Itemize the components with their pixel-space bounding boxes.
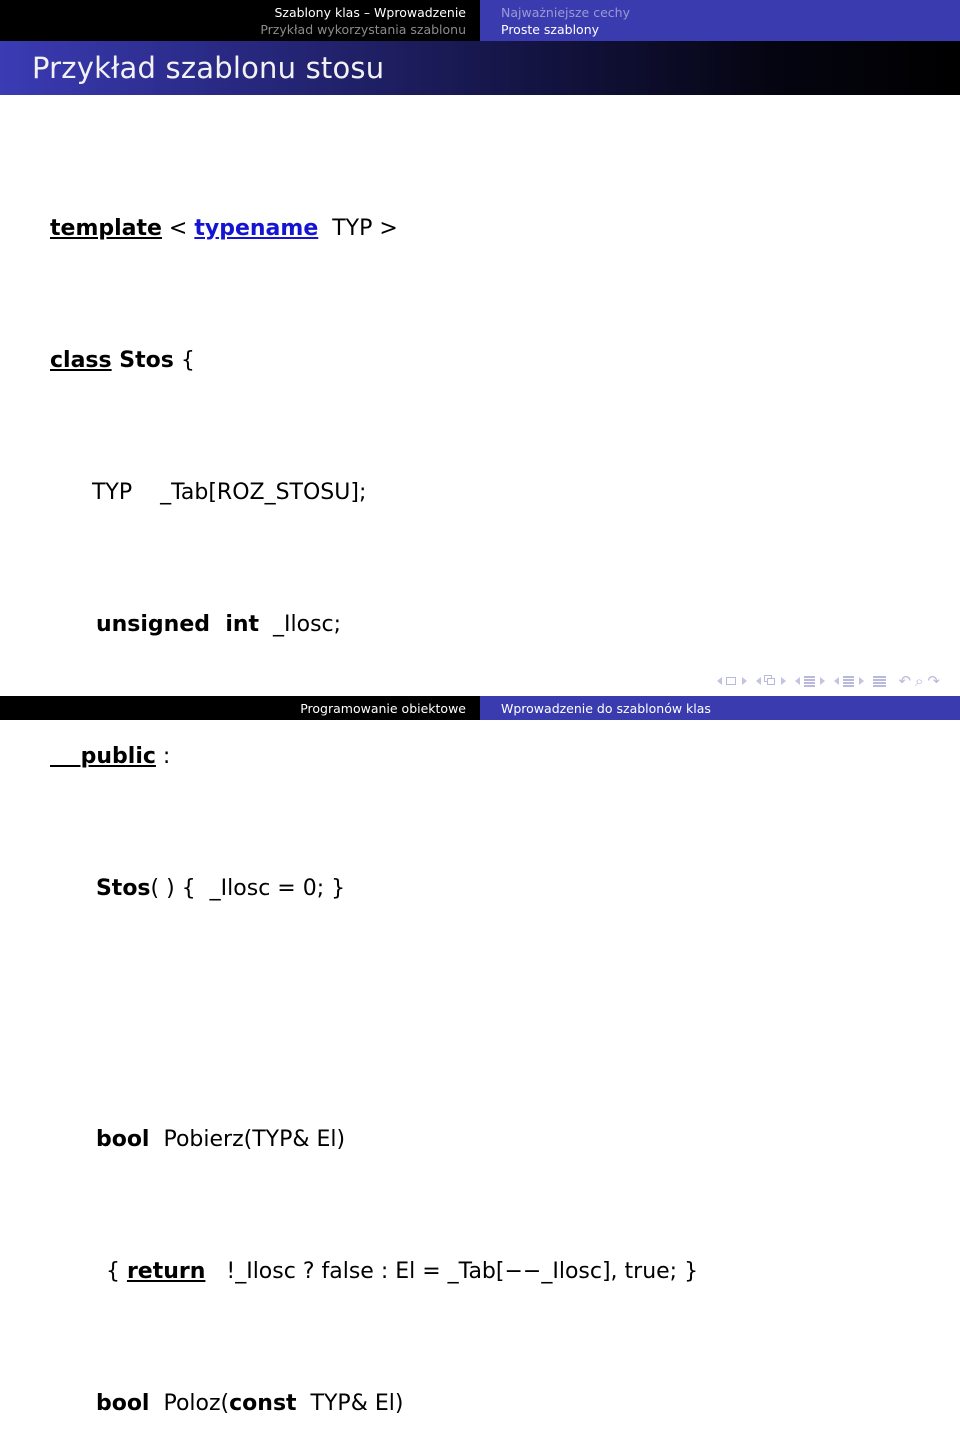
keyword-template: template <box>50 216 162 241</box>
section-navigation-group[interactable] <box>834 675 865 687</box>
header-right-section-title[interactable]: Najważniejsze cechy <box>501 4 630 21</box>
code-line-9: bool Poloz(const TYP& El) <box>50 1387 874 1420</box>
keyword-unsigned-int: unsigned int <box>50 612 260 637</box>
code-line-2-rest: { <box>173 348 195 373</box>
header-right-subsection-title[interactable]: Proste szablony <box>501 21 599 38</box>
footer-course-title: Programowanie obiektowe <box>300 700 466 716</box>
code-line-8-pre: { <box>50 1259 127 1284</box>
next-frame-arrow-icon[interactable] <box>742 677 748 685</box>
document-lines-icon[interactable] <box>873 675 887 687</box>
class-name-stos: Stos <box>111 348 174 373</box>
document-navigation-group[interactable] <box>873 675 887 687</box>
keyword-bool-pobierz: bool <box>50 1127 150 1152</box>
header-navigation-bar: Szablony klas – Wprowadzenie Przykład wy… <box>0 0 960 41</box>
code-line-6-rest: ( ) { _Ilosc = 0; } <box>150 876 346 901</box>
forward-icon[interactable]: ↷ <box>927 673 940 689</box>
slide-content-area: template < typename TYP > class Stos { T… <box>0 95 960 1416</box>
slide-title-bar: Przykład szablonu stosu <box>0 41 960 95</box>
code-line-8-rest: !_Ilosc ? false : El = _Tab[−−_Ilosc], t… <box>205 1259 699 1284</box>
code-line-6: Stos( ) { _Ilosc = 0; } <box>50 872 874 905</box>
code-line-4-rest: _Ilosc; <box>259 612 342 637</box>
code-line-3: TYP _Tab[ROZ_STOSU]; <box>50 480 367 505</box>
next-slide-arrow-icon[interactable] <box>781 677 787 685</box>
prev-section-arrow-icon[interactable] <box>834 677 840 685</box>
keyword-public: public <box>50 744 156 769</box>
frame-navigation-group[interactable] <box>717 675 748 687</box>
code-line-9-mid: Poloz( <box>149 1391 230 1416</box>
code-listing: template < typename TYP > class Stos { T… <box>50 113 874 1440</box>
code-line-8: { return !_Ilosc ? false : El = _Tab[−−_… <box>50 1255 874 1288</box>
code-line-1-rest: TYP > <box>318 216 398 241</box>
footer-topic-title: Wprowadzenie do szablonów klas <box>501 700 711 716</box>
keyword-bool-poloz: bool <box>50 1391 150 1416</box>
subsection-lines-icon[interactable] <box>803 675 817 687</box>
keyword-typename: typename <box>194 216 319 241</box>
frame-icon[interactable] <box>725 675 739 687</box>
slide-navigation-group[interactable] <box>756 675 787 687</box>
code-line-5: public : <box>50 740 874 773</box>
section-lines-icon[interactable] <box>842 675 856 687</box>
back-icon[interactable]: ↶ <box>898 673 911 689</box>
slide-stack-icon[interactable] <box>764 675 778 687</box>
page-title: Przykład szablonu stosu <box>32 51 385 85</box>
beamer-navigation-symbols[interactable]: ↶ ⌕ ↷ <box>717 670 942 692</box>
header-subsection-title[interactable]: Przykład wykorzystania szablonu <box>260 21 466 38</box>
footer-left-section: Programowanie obiektowe <box>0 696 480 720</box>
prev-frame-arrow-icon[interactable] <box>717 677 723 685</box>
keyword-const: const <box>229 1391 297 1416</box>
subsection-navigation-group[interactable] <box>795 675 826 687</box>
keyword-return-1: return <box>126 1259 206 1284</box>
code-line-9-rest: TYP& El) <box>296 1391 404 1416</box>
constructor-name-stos: Stos <box>50 876 151 901</box>
header-section-title[interactable]: Szablony klas – Wprowadzenie <box>274 4 466 21</box>
prev-subsection-arrow-icon[interactable] <box>795 677 801 685</box>
next-subsection-arrow-icon[interactable] <box>820 677 826 685</box>
footer-right-section: Wprowadzenie do szablonów klas <box>480 696 960 720</box>
search-icon[interactable]: ⌕ <box>915 673 923 689</box>
code-line-4: unsigned int _Ilosc; <box>50 608 874 641</box>
code-line-7: bool Pobierz(TYP& El) <box>50 1123 874 1156</box>
code-line-2: class Stos { <box>50 344 874 377</box>
code-line-5-rest: : <box>155 744 171 769</box>
header-right-section[interactable]: Najważniejsze cechy Proste szablony <box>480 0 960 41</box>
code-line-7-rest: Pobierz(TYP& El) <box>149 1127 346 1152</box>
code-line-1-mid: < <box>161 216 195 241</box>
footer-bar: Programowanie obiektowe Wprowadzenie do … <box>0 696 960 720</box>
history-navigation-group[interactable]: ↶ ⌕ ↷ <box>896 673 942 689</box>
code-line-1: template < typename TYP > <box>50 212 874 245</box>
keyword-class: class <box>50 348 112 373</box>
header-left-section[interactable]: Szablony klas – Wprowadzenie Przykład wy… <box>0 0 480 41</box>
prev-slide-arrow-icon[interactable] <box>756 677 762 685</box>
next-section-arrow-icon[interactable] <box>859 677 865 685</box>
